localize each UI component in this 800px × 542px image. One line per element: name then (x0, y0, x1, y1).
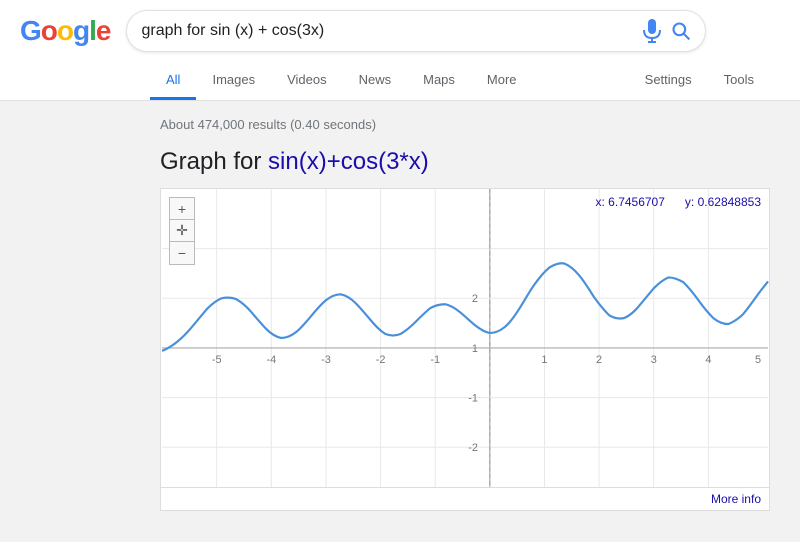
tab-settings[interactable]: Settings (629, 62, 708, 100)
svg-text:-1: -1 (430, 354, 440, 366)
svg-text:1: 1 (472, 343, 478, 355)
search-icons (643, 19, 691, 43)
svg-text:5: 5 (755, 354, 761, 366)
search-submit-icon[interactable] (671, 21, 691, 41)
header: Google (0, 0, 800, 101)
microphone-icon[interactable] (643, 19, 661, 43)
header-top: Google (20, 10, 780, 62)
svg-text:4: 4 (705, 354, 711, 366)
nav-right: Settings Tools (629, 62, 780, 100)
svg-text:-2: -2 (376, 354, 386, 366)
tab-news[interactable]: News (343, 62, 408, 100)
svg-text:2: 2 (472, 293, 478, 305)
tab-maps[interactable]: Maps (407, 62, 471, 100)
svg-text:-2: -2 (468, 442, 478, 454)
more-info-link[interactable]: More info (160, 488, 770, 511)
nav-tabs: All Images Videos News Maps More Setting… (20, 62, 780, 100)
search-input[interactable] (141, 22, 643, 40)
svg-text:3: 3 (651, 354, 657, 366)
tab-images[interactable]: Images (196, 62, 271, 100)
tab-tools[interactable]: Tools (708, 62, 770, 100)
graph-heading: Graph for sin(x)+cos(3*x) (160, 148, 780, 176)
pan-button[interactable]: ✛ (170, 220, 194, 242)
x-coord: x: 6.7456707 (596, 195, 665, 209)
graph-heading-static: Graph for (160, 148, 268, 175)
tab-videos[interactable]: Videos (271, 62, 343, 100)
svg-text:-5: -5 (212, 354, 222, 366)
svg-text:1: 1 (541, 354, 547, 366)
graph-controls: + ✛ − (169, 197, 195, 265)
zoom-out-button[interactable]: − (170, 242, 194, 264)
graph-container: + ✛ − x: 6.7456707 y: 0.62848853 (160, 188, 770, 488)
zoom-in-button[interactable]: + (170, 198, 194, 220)
main-content: About 474,000 results (0.40 seconds) Gra… (0, 101, 800, 531)
graph-svg[interactable]: -5 -4 -3 -2 -1 1 2 3 4 5 2 1 -1 -2 (161, 189, 769, 487)
graph-coords: x: 6.7456707 y: 0.62848853 (596, 195, 761, 209)
graph-heading-link[interactable]: sin(x)+cos(3*x) (268, 148, 429, 175)
svg-text:-4: -4 (266, 354, 276, 366)
tab-all[interactable]: All (150, 62, 196, 100)
google-logo: Google (20, 15, 110, 47)
search-bar[interactable] (126, 10, 706, 52)
y-coord: y: 0.62848853 (685, 195, 761, 209)
svg-text:-3: -3 (321, 354, 331, 366)
svg-text:2: 2 (596, 354, 602, 366)
svg-text:-1: -1 (468, 393, 478, 405)
tab-more[interactable]: More (471, 62, 533, 100)
results-count: About 474,000 results (0.40 seconds) (160, 117, 780, 132)
